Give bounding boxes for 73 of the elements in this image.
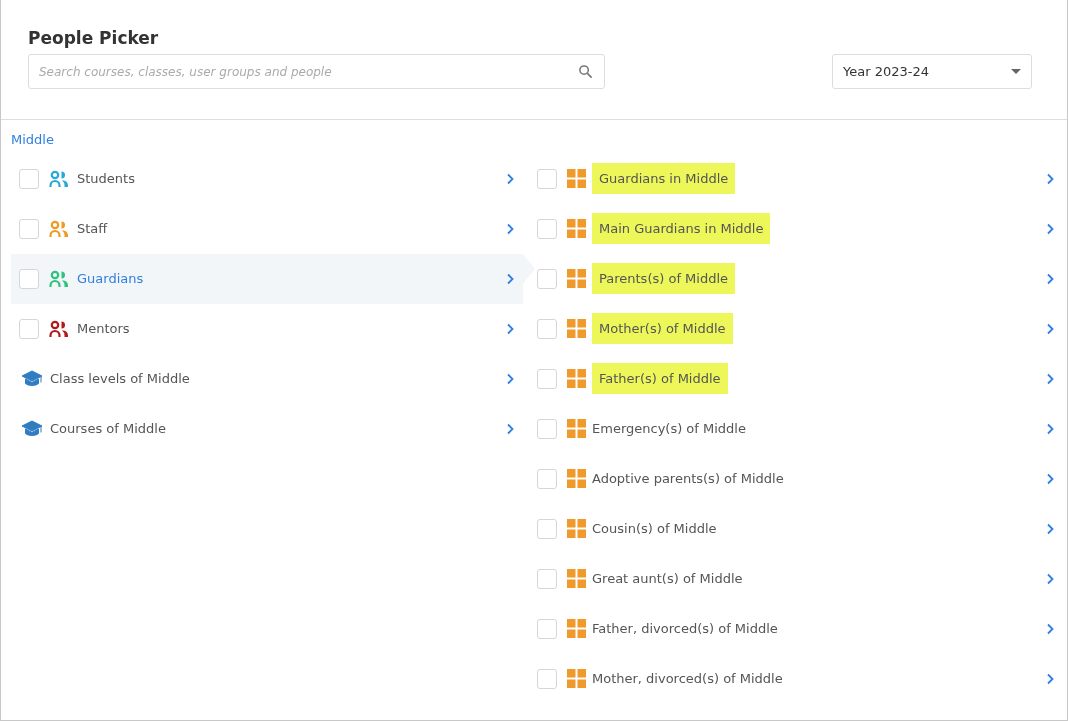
category-label: Students — [77, 171, 135, 187]
category-row[interactable]: Class levels of Middle — [11, 353, 523, 404]
checkbox[interactable] — [19, 318, 39, 339]
search-field[interactable]: Search courses, classes, user groups and people — [28, 54, 605, 90]
chevron-right-icon — [1045, 522, 1055, 535]
category-label: Mentors — [77, 321, 130, 337]
grid-icon — [567, 219, 586, 239]
checkbox[interactable] — [19, 168, 39, 189]
dialog-title: People Picker — [28, 28, 160, 49]
checkbox[interactable] — [19, 268, 39, 289]
graduation-cap-icon — [21, 419, 43, 438]
checkbox[interactable] — [537, 268, 557, 289]
chevron-right-icon — [1045, 272, 1055, 285]
user-group-label[interactable]: Father(s) of Middle — [592, 363, 728, 395]
checkbox[interactable] — [537, 568, 557, 589]
grid-icon — [567, 619, 586, 639]
checkbox[interactable] — [537, 368, 557, 389]
grid-icon — [567, 269, 586, 289]
checkbox[interactable] — [537, 468, 557, 489]
chevron-right-icon — [1045, 622, 1055, 635]
category-label: Guardians — [77, 271, 144, 287]
chevron-right-icon — [505, 372, 515, 385]
chevron-right-icon — [505, 422, 515, 435]
category-row[interactable]: Mentors — [11, 303, 523, 354]
year-dropdown[interactable]: Year 2023-24 — [832, 54, 1032, 90]
chevron-right-icon — [505, 322, 515, 335]
grid-icon — [567, 669, 586, 689]
chevron-right-icon — [1045, 672, 1055, 685]
chevron-right-icon — [1045, 172, 1055, 185]
chevron-right-icon — [505, 172, 515, 185]
checkbox[interactable] — [537, 418, 557, 439]
category-label: Staff — [77, 221, 108, 237]
user-group-label[interactable]: Mother, divorced(s) of Middle — [592, 671, 783, 687]
checkbox[interactable] — [537, 318, 557, 339]
caret-icon — [1011, 69, 1021, 75]
chevron-right-icon — [1045, 572, 1055, 585]
user-group-label[interactable]: Father, divorced(s) of Middle — [592, 621, 778, 637]
grid-icon — [567, 519, 586, 539]
checkbox[interactable] — [537, 518, 557, 539]
category-row[interactable]: Staff — [11, 203, 523, 254]
chevron-right-icon — [1045, 222, 1055, 235]
chevron-right-icon — [1045, 322, 1055, 335]
grid-icon — [567, 419, 586, 439]
grid-icon — [567, 169, 586, 189]
chevron-right-icon — [1045, 422, 1055, 435]
user-group-label[interactable]: Mother(s) of Middle — [592, 313, 733, 345]
chevron-right-icon — [1045, 472, 1055, 485]
chevron-right-icon — [505, 222, 515, 235]
checkbox[interactable] — [537, 668, 557, 689]
user-group-label[interactable]: Cousin(s) of Middle — [592, 521, 717, 537]
checkbox[interactable] — [537, 218, 557, 239]
checkbox[interactable] — [537, 168, 557, 189]
category-label: Class levels of Middle — [50, 371, 190, 387]
category-row[interactable]: Students — [11, 153, 523, 204]
grid-icon — [567, 569, 586, 589]
graduation-cap-icon — [21, 369, 43, 388]
grid-icon — [567, 469, 586, 489]
checkbox[interactable] — [19, 218, 39, 239]
user-group-label[interactable]: Parents(s) of Middle — [592, 263, 736, 295]
user-group-label[interactable]: Guardians in Middle — [592, 163, 736, 195]
checkbox[interactable] — [537, 618, 557, 639]
user-group-label[interactable]: Emergency(s) of Middle — [592, 421, 746, 437]
search-icon — [578, 64, 593, 80]
chevron-right-icon — [1045, 372, 1055, 385]
category-label: Courses of Middle — [50, 421, 166, 437]
user-group-label[interactable]: Main Guardians in Middle — [592, 213, 771, 245]
grid-icon — [567, 319, 586, 339]
user-group-label[interactable]: Great aunt(s) of Middle — [592, 571, 743, 587]
category-row[interactable]: Courses of Middle — [11, 403, 523, 454]
breadcrumb-link[interactable]: Middle — [11, 132, 54, 148]
user-group-label[interactable]: Adoptive parents(s) of Middle — [592, 471, 784, 487]
chevron-right-icon — [505, 272, 515, 285]
grid-icon — [567, 369, 586, 389]
